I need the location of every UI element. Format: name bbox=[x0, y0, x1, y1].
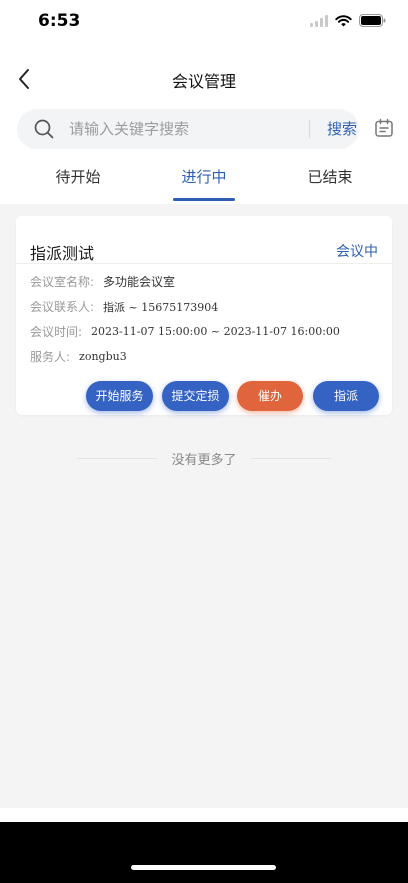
tab-in-progress[interactable]: 进行中 bbox=[144, 166, 264, 187]
tab-pending[interactable]: 待开始 bbox=[18, 166, 138, 187]
cellular-signal-icon bbox=[310, 14, 328, 27]
room-value: 多功能会议室 bbox=[103, 275, 176, 289]
start-service-button[interactable]: 开始服务 bbox=[86, 381, 153, 411]
room-label: 会议室名称: bbox=[30, 275, 95, 289]
no-more-text: 没有更多了 bbox=[171, 453, 237, 468]
status-time: 6:53 bbox=[38, 11, 81, 31]
navigation-bar: 会议管理 bbox=[0, 56, 408, 102]
calendar-button[interactable] bbox=[374, 118, 396, 140]
info-row-room: 会议室名称: 多功能会议室 bbox=[30, 273, 175, 290]
status-bar: 6:53 bbox=[0, 0, 408, 46]
meeting-card[interactable]: 指派测试 会议中 会议室名称: 多功能会议室 会议联系人: 指派 ~ 15675… bbox=[16, 216, 392, 415]
search-input[interactable] bbox=[69, 109, 299, 149]
calendar-icon bbox=[375, 118, 393, 137]
search-button[interactable]: 搜索 bbox=[317, 109, 367, 149]
meeting-title: 指派测试 bbox=[30, 244, 95, 263]
no-more-indicator: 没有更多了 bbox=[0, 448, 408, 468]
contact-label: 会议联系人: bbox=[30, 300, 95, 314]
home-indicator bbox=[131, 865, 276, 870]
page-title: 会议管理 bbox=[171, 72, 236, 91]
contact-value: 指派 ~ 15675173904 bbox=[103, 300, 219, 314]
wifi-icon bbox=[335, 14, 352, 27]
time-value: 2023-11-07 15:00:00 ~ 2023-11-07 16:00:0… bbox=[91, 325, 340, 338]
status-tabs: 待开始 进行中 已结束 bbox=[0, 158, 408, 204]
info-row-contact: 会议联系人: 指派 ~ 15675173904 bbox=[30, 298, 218, 315]
meeting-list: 指派测试 会议中 会议室名称: 多功能会议室 会议联系人: 指派 ~ 15675… bbox=[0, 204, 408, 808]
status-icons bbox=[310, 14, 386, 27]
search-row: 搜索 bbox=[0, 109, 408, 151]
server-label: 服务人: bbox=[30, 350, 71, 364]
battery-icon bbox=[359, 14, 386, 27]
time-label: 会议时间: bbox=[30, 325, 83, 339]
info-row-time: 会议时间: 2023-11-07 15:00:00 ~ 2023-11-07 1… bbox=[30, 323, 340, 340]
server-value: zongbu3 bbox=[79, 350, 127, 363]
info-row-server: 服务人: zongbu3 bbox=[30, 348, 127, 365]
search-box: 搜索 bbox=[17, 109, 359, 149]
urge-button[interactable]: 催办 bbox=[237, 381, 303, 411]
search-icon bbox=[34, 119, 54, 139]
submit-damage-button[interactable]: 提交定损 bbox=[162, 381, 229, 411]
no-more-line-right bbox=[251, 458, 331, 459]
bottom-bar bbox=[0, 822, 408, 883]
assign-button[interactable]: 指派 bbox=[313, 381, 379, 411]
tab-ended[interactable]: 已结束 bbox=[270, 166, 390, 187]
card-divider bbox=[16, 263, 392, 264]
active-tab-indicator bbox=[173, 198, 235, 201]
search-divider bbox=[309, 120, 310, 138]
meeting-status-badge: 会议中 bbox=[336, 244, 378, 260]
